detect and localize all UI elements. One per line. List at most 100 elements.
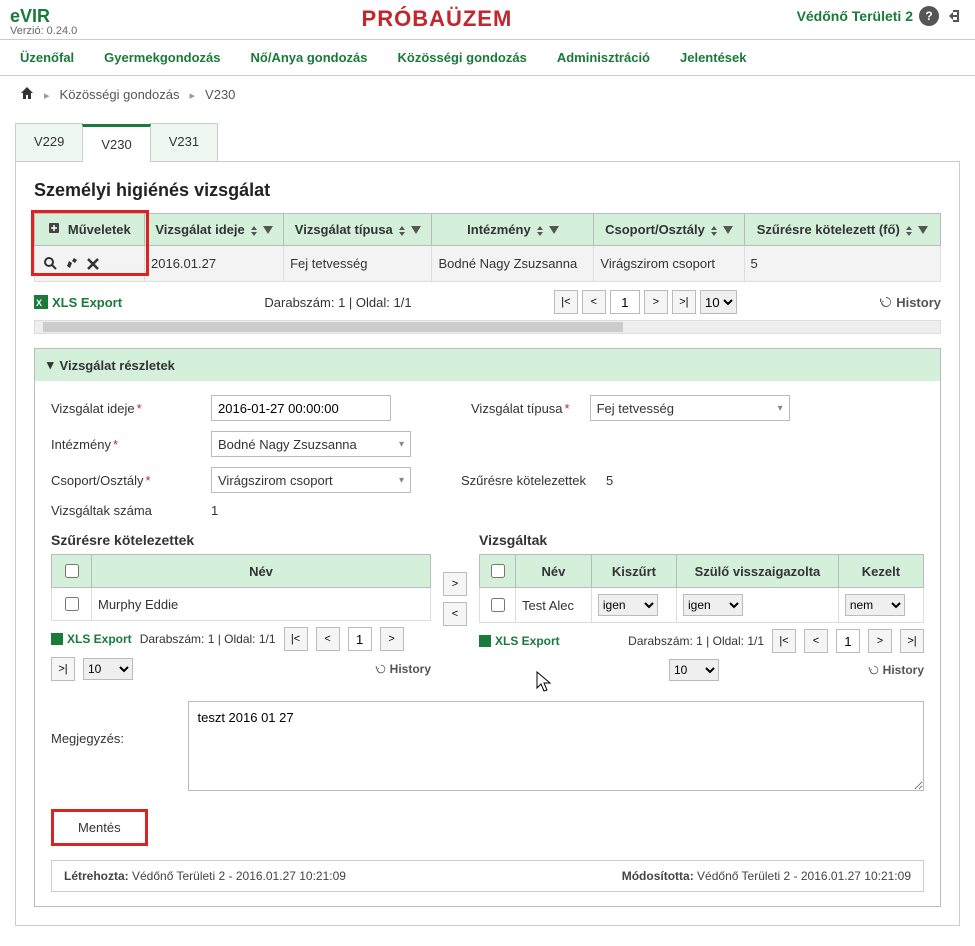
pager-page-input[interactable] — [610, 290, 640, 314]
home-icon[interactable] — [20, 86, 34, 103]
right-check-all[interactable] — [491, 564, 505, 578]
details-header[interactable]: ▾ Vizsgálat részletek — [35, 349, 940, 381]
right-pager-page[interactable] — [836, 629, 860, 653]
crumb-section[interactable]: Közösségi gondozás — [60, 87, 180, 102]
right-row-check[interactable] — [491, 598, 505, 612]
left-title: Szűrésre kötelezettek — [51, 532, 431, 548]
right-col-trt[interactable]: Kezelt — [838, 555, 923, 588]
crumb-page: V230 — [205, 87, 235, 102]
right-list: Vizsgáltak Név Kiszűrt Szülő visszaigazo… — [479, 532, 924, 681]
nav-item-kozossegi[interactable]: Közösségi gondozás — [398, 50, 527, 65]
edit-icon[interactable] — [63, 254, 81, 272]
grid-header-row: Műveletek Vizsgálat ideje Vizsgálat típu… — [35, 214, 941, 246]
right-pager-prev-icon[interactable]: < — [804, 629, 828, 653]
value-count: 1 — [211, 503, 218, 518]
right-xls-export[interactable]: XLS Export — [479, 634, 560, 648]
tab-v230[interactable]: V230 — [82, 124, 150, 162]
nav-item-admin[interactable]: Adminisztráció — [557, 50, 650, 65]
left-xls-export[interactable]: XLS Export — [51, 632, 132, 646]
audit-modified-value: Védőnő Területi 2 - 2016.01.27 10:21:09 — [694, 869, 911, 883]
col-type[interactable]: Vizsgálat típusa — [284, 214, 432, 246]
nav-item-gyermek[interactable]: Gyermekgondozás — [104, 50, 220, 65]
col-grp[interactable]: Csoport/Osztály — [594, 214, 744, 246]
right-row[interactable]: Test Alec igen igen nem — [480, 588, 924, 623]
right-count: Darabszám: 1 | Oldal: 1/1 — [628, 634, 764, 648]
left-pager-prev-icon[interactable]: < — [316, 627, 340, 651]
left-list: Szűrésre kötelezettek Név Murphy Eddie X… — [51, 532, 431, 681]
left-pager-last-icon[interactable]: >| — [51, 657, 75, 681]
tab-v231[interactable]: V231 — [150, 123, 218, 161]
label-inst: Intézmény* — [51, 437, 191, 452]
pager-first-icon[interactable]: |< — [554, 290, 578, 314]
save-button[interactable]: Mentés — [51, 809, 148, 846]
nav-item-uzenofal[interactable]: Üzenőfal — [20, 50, 74, 65]
pager-next-icon[interactable]: > — [644, 290, 668, 314]
move-right-icon[interactable]: > — [443, 572, 467, 596]
left-row-check[interactable] — [65, 597, 79, 611]
label-req: Szűrésre kötelezettek — [461, 473, 586, 488]
grid-pager: |< < > >| 10 — [554, 290, 737, 314]
user-box: Védőnő Területi 2 ? — [797, 6, 965, 26]
grid-row[interactable]: 2016.01.27 Fej tetvesség Bodné Nagy Zsuz… — [35, 246, 941, 282]
right-pager-size[interactable]: 10 — [669, 659, 719, 681]
left-pager-size[interactable]: 10 — [83, 658, 133, 680]
right-col-par[interactable]: Szülő visszaigazolta — [677, 555, 839, 588]
left-col-name[interactable]: Név — [92, 555, 431, 588]
audit-created-value: Védőnő Területi 2 - 2016.01.27 10:21:09 — [129, 869, 346, 883]
right-col-filt[interactable]: Kiszűrt — [591, 555, 676, 588]
right-row-par[interactable]: igen — [683, 594, 743, 616]
horizontal-scrollbar[interactable] — [34, 320, 941, 334]
right-history[interactable]: History — [868, 663, 924, 677]
pager-last-icon[interactable]: >| — [672, 290, 696, 314]
xls-export-link[interactable]: X XLS Export — [34, 295, 122, 310]
right-pager-next-icon[interactable]: > — [868, 629, 892, 653]
notes-textarea[interactable]: teszt 2016 01 27 — [188, 701, 924, 791]
left-pager-next-icon[interactable]: > — [380, 627, 404, 651]
exam-grid: Műveletek Vizsgálat ideje Vizsgálat típu… — [34, 213, 941, 282]
caret-down-icon: ▾ — [47, 357, 54, 373]
pager-size-select[interactable]: 10 — [700, 290, 737, 314]
logout-icon[interactable] — [945, 6, 965, 26]
right-row-name: Test Alec — [516, 588, 592, 623]
right-row-filt[interactable]: igen — [598, 594, 658, 616]
right-row-trt[interactable]: nem — [845, 594, 905, 616]
left-pager-first-icon[interactable]: |< — [284, 627, 308, 651]
col-req[interactable]: Szűrésre kötelezett (fő) — [744, 214, 940, 246]
cell-type: Fej tetvesség — [284, 246, 432, 282]
right-pager-first-icon[interactable]: |< — [772, 629, 796, 653]
left-pager-page[interactable] — [348, 627, 372, 651]
input-time[interactable] — [211, 395, 391, 421]
crumb-sep-icon — [190, 87, 196, 102]
help-icon[interactable]: ? — [919, 6, 939, 26]
grid-count: Darabszám: 1 | Oldal: 1/1 — [264, 295, 411, 310]
left-check-all[interactable] — [65, 564, 79, 578]
right-pager-last-icon[interactable]: >| — [900, 629, 924, 653]
cell-req: 5 — [744, 246, 940, 282]
col-time[interactable]: Vizsgálat ideje — [145, 214, 284, 246]
select-inst[interactable]: Bodné Nagy Zsuzsanna — [211, 431, 411, 457]
nav-item-noanya[interactable]: Nő/Anya gondozás — [251, 50, 368, 65]
left-row[interactable]: Murphy Eddie — [52, 588, 431, 621]
cursor-icon — [536, 671, 552, 693]
col-inst[interactable]: Intézmény — [432, 214, 594, 246]
label-count: Vizsgáltak száma — [51, 503, 191, 518]
tab-v229[interactable]: V229 — [15, 123, 83, 161]
audit-created-label: Létrehozta: — [64, 869, 129, 883]
main-panel: Személyi higiénés vizsgálat Műveletek Vi… — [15, 162, 960, 926]
nav-item-jelentesek[interactable]: Jelentések — [680, 50, 747, 65]
delete-icon[interactable] — [84, 255, 102, 273]
plus-icon[interactable] — [48, 222, 64, 237]
view-icon[interactable] — [41, 254, 59, 272]
app-version: Verzió: 0.24.0 — [10, 25, 77, 37]
banner-text: PRÓBAÜZEM — [362, 6, 513, 32]
right-col-name[interactable]: Név — [516, 555, 592, 588]
select-grp[interactable]: Virágszirom csoport — [211, 467, 411, 493]
label-notes: Megjegyzés: — [51, 701, 168, 746]
select-type[interactable]: Fej tetvesség — [590, 395, 790, 421]
logo-block: eVIR Verzió: 0.24.0 — [10, 6, 77, 37]
pager-prev-icon[interactable]: < — [582, 290, 606, 314]
move-left-icon[interactable]: < — [443, 602, 467, 626]
left-history[interactable]: History — [375, 662, 431, 676]
history-link[interactable]: History — [879, 295, 941, 310]
left-count: Darabszám: 1 | Oldal: 1/1 — [140, 632, 276, 646]
